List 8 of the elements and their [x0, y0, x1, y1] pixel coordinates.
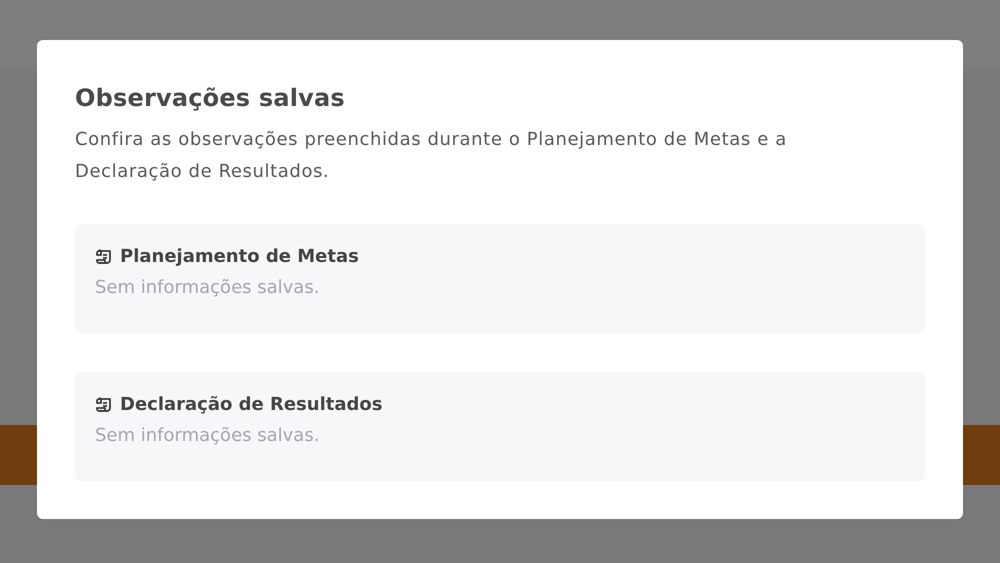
section-title: Declaração de Resultados	[120, 394, 382, 415]
dialog-title: Observações salvas	[75, 84, 346, 112]
scroll-icon	[95, 248, 113, 264]
scroll-icon	[95, 396, 113, 412]
section-title: Planejamento de Metas	[120, 246, 359, 267]
empty-message: Sem informações salvas.	[95, 277, 320, 298]
dialog-description: Confira as observações preenchidas durante o Planejamento de Metas e a Declaração de Resultados.	[75, 128, 788, 184]
empty-message: Sem informações salvas.	[95, 425, 320, 446]
